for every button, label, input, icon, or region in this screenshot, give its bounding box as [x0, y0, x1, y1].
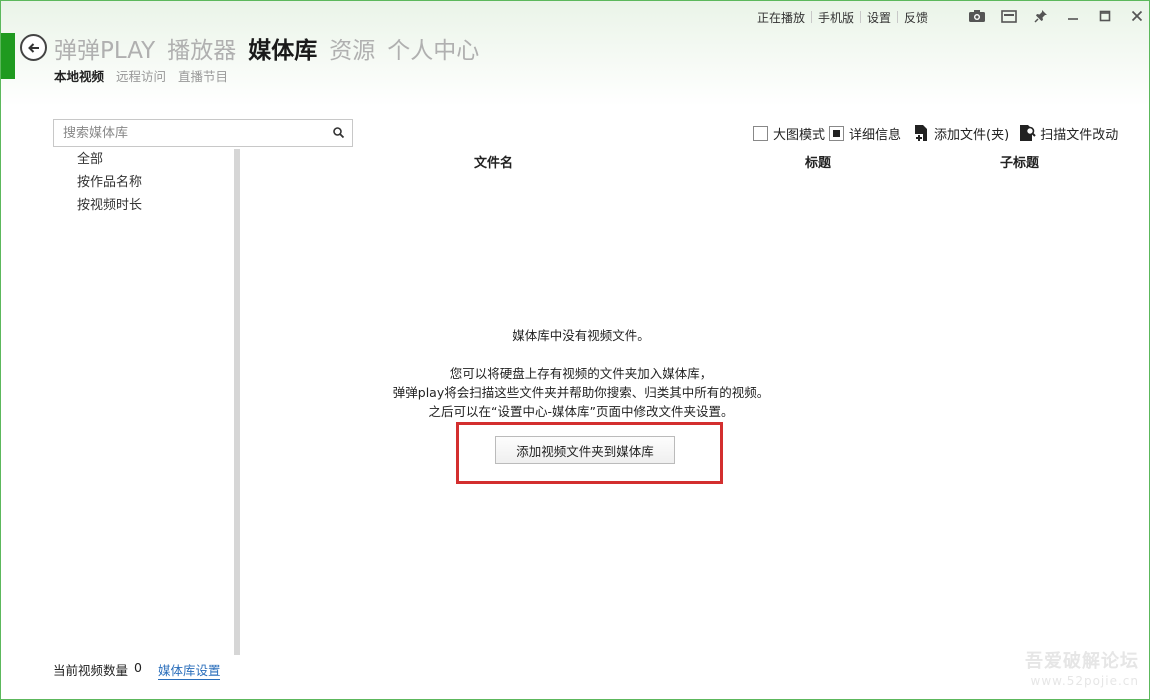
- details-toggle[interactable]: 详细信息: [829, 124, 901, 143]
- large-mode-label: 大图模式: [773, 127, 826, 143]
- footer: 当前视频数量 0 媒体库设置: [53, 660, 221, 680]
- back-button[interactable]: [20, 34, 47, 61]
- video-count-label: 当前视频数量: [53, 663, 129, 678]
- sidebar-scrollbar[interactable]: [234, 149, 240, 655]
- empty-state-line3: 之后可以在“设置中心-媒体库”页面中修改文件夹设置。: [428, 404, 734, 419]
- nav-resources[interactable]: 资源: [329, 31, 375, 65]
- search-box: [53, 119, 353, 147]
- sub-nav: 本地视频 远程访问 直播节目: [54, 66, 240, 85]
- empty-state-line2: 弹弹play将会扫描这些文件夹并帮助你搜索、归类其中所有的视频。: [392, 385, 770, 400]
- accent-bar: [1, 33, 15, 79]
- nav-player[interactable]: 播放器: [167, 31, 236, 65]
- library-settings-link[interactable]: 媒体库设置: [157, 660, 221, 680]
- search-input[interactable]: [54, 120, 324, 146]
- scan-file-icon: [1020, 125, 1036, 141]
- now-playing-link[interactable]: 正在播放: [757, 9, 805, 26]
- filter-list: 全部 按作品名称 按视频时长: [77, 151, 142, 220]
- column-header-title[interactable]: 标题: [805, 152, 831, 171]
- tab-live[interactable]: 直播节目: [178, 66, 228, 85]
- filter-by-duration[interactable]: 按视频时长: [77, 197, 142, 220]
- toolbar: 大图模式 详细信息 添加文件(夹) 扫描文件改动: [753, 123, 1124, 143]
- empty-state-title: 媒体库中没有视频文件。: [512, 328, 650, 343]
- app-window: 正在播放 手机版 设置 反馈 弹弹PLAY 播放器 媒体库 资源 个人中心 本地…: [0, 0, 1150, 700]
- divider: [860, 11, 862, 23]
- pin-icon[interactable]: [1025, 5, 1057, 27]
- top-links: 正在播放 手机版 设置 反馈: [757, 8, 928, 26]
- scan-changes-button[interactable]: 扫描文件改动: [1019, 124, 1118, 143]
- settings-link[interactable]: 设置: [867, 9, 891, 26]
- minimize-icon[interactable]: [1057, 5, 1089, 27]
- watermark: 吾爱破解论坛 www.52pojie.cn: [1025, 651, 1139, 689]
- watermark-url: www.52pojie.cn: [1030, 674, 1139, 688]
- add-file-label: 添加文件(夹): [934, 127, 1010, 143]
- close-icon[interactable]: [1121, 5, 1149, 27]
- watermark-text: 吾爱破解论坛: [1025, 651, 1139, 672]
- add-file-button[interactable]: 添加文件(夹): [913, 124, 1009, 143]
- mobile-link[interactable]: 手机版: [818, 9, 854, 26]
- column-header-subtitle[interactable]: 子标题: [1000, 152, 1039, 171]
- camera-icon[interactable]: [961, 5, 993, 27]
- maximize-icon[interactable]: [1089, 5, 1121, 27]
- add-file-icon: [915, 125, 928, 141]
- filter-all[interactable]: 全部: [77, 151, 142, 174]
- large-mode-toggle[interactable]: 大图模式: [753, 124, 825, 143]
- tab-remote-access[interactable]: 远程访问: [116, 66, 166, 85]
- large-mode-checkbox[interactable]: [753, 125, 768, 141]
- main-nav: 弹弹PLAY 播放器 媒体库 资源 个人中心: [54, 31, 491, 65]
- nav-home[interactable]: 弹弹PLAY: [54, 31, 155, 65]
- divider: [897, 11, 899, 23]
- search-icon[interactable]: [332, 126, 346, 140]
- window-controls: [961, 5, 1149, 27]
- feedback-link[interactable]: 反馈: [904, 9, 928, 26]
- arrow-left-icon: [27, 42, 39, 53]
- nav-library[interactable]: 媒体库: [248, 31, 317, 65]
- empty-state-line1: 您可以将硬盘上存有视频的文件夹加入媒体库，: [449, 366, 713, 381]
- scan-changes-label: 扫描文件改动: [1040, 127, 1119, 143]
- column-header-filename[interactable]: 文件名: [474, 152, 513, 171]
- tab-local-video[interactable]: 本地视频: [54, 66, 104, 85]
- nav-profile[interactable]: 个人中心: [387, 31, 479, 65]
- screen-icon[interactable]: [993, 5, 1025, 27]
- divider: [811, 11, 813, 23]
- details-label: 详细信息: [849, 127, 902, 143]
- filter-by-title[interactable]: 按作品名称: [77, 174, 142, 197]
- details-checkbox[interactable]: [829, 125, 845, 141]
- video-count: 0: [134, 660, 142, 675]
- add-video-folder-button[interactable]: 添加视频文件夹到媒体库: [495, 436, 675, 464]
